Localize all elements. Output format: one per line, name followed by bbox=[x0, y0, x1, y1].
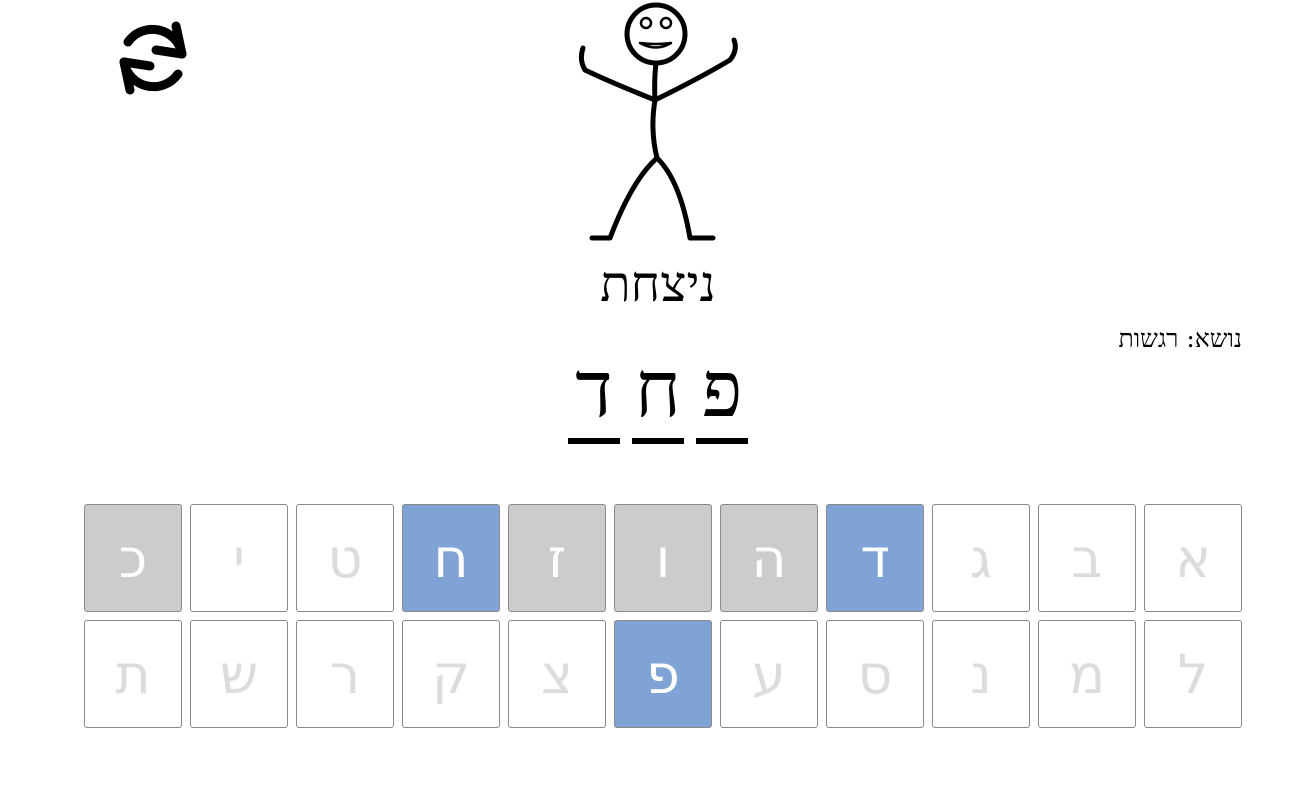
letter-keyboard: א ב ג ד ה ו ז ח ט י כ ל מ נ ס ע פ צ ק ר … bbox=[84, 504, 1242, 728]
stick-figure-icon bbox=[578, 2, 738, 241]
letter-key[interactable]: כ bbox=[84, 504, 182, 612]
game-status-text: ניצחת bbox=[600, 255, 716, 313]
letter-key[interactable]: מ bbox=[1038, 620, 1136, 728]
letter-key[interactable]: ז bbox=[508, 504, 606, 612]
letter-key[interactable]: ג bbox=[932, 504, 1030, 612]
letter-key[interactable]: א bbox=[1144, 504, 1242, 612]
letter-key[interactable]: ש bbox=[190, 620, 288, 728]
letter-key[interactable]: ל bbox=[1144, 620, 1242, 728]
letter-key[interactable]: ב bbox=[1038, 504, 1136, 612]
hangman-figure bbox=[570, 0, 750, 250]
letter-key[interactable]: ס bbox=[826, 620, 924, 728]
letter-key[interactable]: ט bbox=[296, 504, 394, 612]
word-letter-slot: פ bbox=[696, 348, 748, 444]
letter-key[interactable]: ע bbox=[720, 620, 818, 728]
letter-key[interactable]: ק bbox=[402, 620, 500, 728]
word-letter-slot: ח bbox=[632, 348, 684, 444]
letter-key[interactable]: ח bbox=[402, 504, 500, 612]
word-letter-slot: ד bbox=[568, 348, 620, 444]
letter-key[interactable]: ר bbox=[296, 620, 394, 728]
topic-label: נושא: רגשות bbox=[1118, 324, 1242, 353]
letter-key[interactable]: ת bbox=[84, 620, 182, 728]
word-display: פ ח ד bbox=[558, 348, 758, 444]
letter-key[interactable]: פ bbox=[614, 620, 712, 728]
restart-button[interactable] bbox=[112, 18, 196, 98]
refresh-icon bbox=[119, 21, 187, 95]
letter-key[interactable]: ד bbox=[826, 504, 924, 612]
letter-key[interactable]: ו bbox=[614, 504, 712, 612]
letter-key[interactable]: י bbox=[190, 504, 288, 612]
letter-key[interactable]: ה bbox=[720, 504, 818, 612]
letter-key[interactable]: צ bbox=[508, 620, 606, 728]
letter-key[interactable]: נ bbox=[932, 620, 1030, 728]
